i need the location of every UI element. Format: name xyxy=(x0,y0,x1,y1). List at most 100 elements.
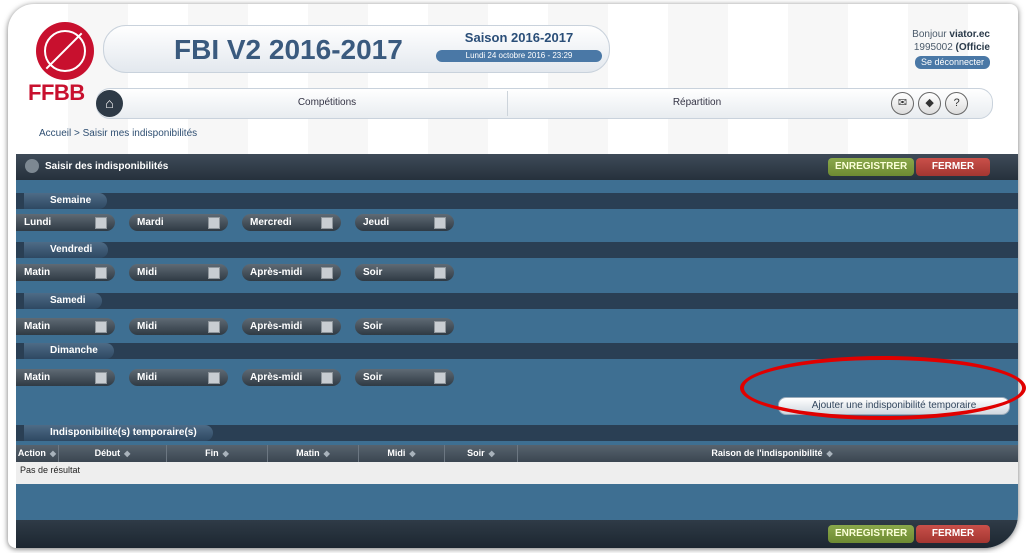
section-label: Semaine xyxy=(24,193,108,209)
sort-icon[interactable]: ◆ xyxy=(409,449,415,458)
user-info: Bonjour viator.ec 1995002 (Officie Se dé… xyxy=(912,28,990,69)
table-header: Action ◆ Début ◆ Fin ◆ Matin ◆ Midi ◆ Soir ◆ R… xyxy=(16,445,1018,462)
user-role: (Officie xyxy=(955,42,990,53)
checkbox[interactable] xyxy=(95,321,107,333)
checkbox[interactable] xyxy=(95,217,107,229)
basketball-icon xyxy=(36,22,94,80)
option-label: Matin xyxy=(24,321,51,332)
checkbox[interactable] xyxy=(434,321,446,333)
footer-save-button[interactable]: ENREGISTRER xyxy=(828,525,915,543)
option-label: Après-midi xyxy=(250,267,303,278)
current-date: Lundi 24 octobre 2016 - 23:29 xyxy=(436,50,602,62)
season-label: Saison 2016-2017 xyxy=(464,30,574,45)
checkbox[interactable] xyxy=(95,267,107,279)
logout-button[interactable]: Se déconnecter xyxy=(914,56,990,69)
column-label: Fin xyxy=(205,448,219,458)
sort-icon[interactable]: ◆ xyxy=(827,449,833,458)
section-temporary: Indisponibilité(s) temporaire(s) xyxy=(16,425,1018,441)
book-icon[interactable]: ◆ xyxy=(918,92,942,115)
checkbox[interactable] xyxy=(208,217,220,229)
option-dimanche-matin[interactable]: Matin xyxy=(16,369,115,386)
checkbox[interactable] xyxy=(208,321,220,333)
option-samedi-soir[interactable]: Soir xyxy=(355,318,454,335)
checkbox[interactable] xyxy=(321,372,333,384)
column-raison[interactable]: Raison de l'indisponibilité ◆ xyxy=(518,445,1018,462)
checkbox[interactable] xyxy=(434,372,446,384)
checkbox[interactable] xyxy=(321,217,333,229)
option-lundi[interactable]: Lundi xyxy=(16,214,115,231)
option-label: Jeudi xyxy=(363,217,390,228)
sort-icon[interactable]: ◆ xyxy=(324,449,330,458)
section-vendredi: Vendredi xyxy=(16,242,1018,258)
panel-header: Saisir des indisponibilités ENREGISTRER … xyxy=(16,154,1018,180)
checkbox[interactable] xyxy=(434,217,446,229)
option-dimanche-midi[interactable]: Midi xyxy=(129,369,228,386)
ffbb-logo[interactable]: FFBB xyxy=(26,20,106,106)
option-label: Mardi xyxy=(137,217,164,228)
option-vendredi-soir[interactable]: Soir xyxy=(355,264,454,281)
option-label: Lundi xyxy=(24,217,52,228)
greeting: Bonjour xyxy=(912,29,947,40)
option-label: Mercredi xyxy=(250,217,292,228)
option-vendredi-matin[interactable]: Matin xyxy=(16,264,115,281)
option-vendredi-apres-midi[interactable]: Après-midi xyxy=(242,264,341,281)
sort-icon[interactable]: ◆ xyxy=(50,449,56,458)
page-frame: FFBB FBI V2 2016-2017 Saison 2016-2017 L… xyxy=(8,4,1018,548)
checkbox[interactable] xyxy=(321,267,333,279)
section-label: Indisponibilité(s) temporaire(s) xyxy=(24,425,213,441)
checkbox[interactable] xyxy=(95,372,107,384)
section-label: Vendredi xyxy=(24,242,109,258)
user-name: viator.ec xyxy=(949,29,990,40)
app-title: FBI V2 2016-2017 xyxy=(174,34,403,65)
section-label: Dimanche xyxy=(24,343,114,359)
option-label: Soir xyxy=(363,321,383,332)
home-icon[interactable]: ⌂ xyxy=(96,90,123,117)
section-semaine: Semaine xyxy=(16,193,1018,209)
breadcrumb[interactable]: Accueil > Saisir mes indisponibilités xyxy=(39,128,197,139)
save-button[interactable]: ENREGISTRER xyxy=(828,158,915,176)
title-bar: FBI V2 2016-2017 Saison 2016-2017 Lundi … xyxy=(103,25,610,73)
panel-icon xyxy=(25,159,39,173)
sort-icon[interactable]: ◆ xyxy=(124,449,130,458)
column-midi[interactable]: Midi ◆ xyxy=(359,445,445,462)
footer-close-button[interactable]: FERMER xyxy=(916,525,990,543)
option-mardi[interactable]: Mardi xyxy=(129,214,228,231)
mail-icon[interactable]: ✉ xyxy=(891,92,914,115)
column-matin[interactable]: Matin ◆ xyxy=(268,445,359,462)
option-label: Soir xyxy=(363,267,383,278)
unavailability-panel: Saisir des indisponibilités ENREGISTRER … xyxy=(16,154,1018,548)
column-label: Midi xyxy=(387,448,406,458)
option-label: Soir xyxy=(363,372,383,383)
nav-item-repartition[interactable]: Répartition xyxy=(517,97,877,108)
option-label: Après-midi xyxy=(250,372,303,383)
option-dimanche-apres-midi[interactable]: Après-midi xyxy=(242,369,341,386)
nav-icon-group: ✉ ◆ ? xyxy=(891,89,995,118)
option-label: Après-midi xyxy=(250,321,303,332)
column-soir[interactable]: Soir ◆ xyxy=(445,445,518,462)
checkbox[interactable] xyxy=(321,321,333,333)
nav-item-competitions[interactable]: Compétitions xyxy=(157,97,497,108)
close-button[interactable]: FERMER xyxy=(916,158,990,176)
panel-title: Saisir des indisponibilités xyxy=(45,161,169,172)
option-mercredi[interactable]: Mercredi xyxy=(242,214,341,231)
column-label: Raison de l'indisponibilité xyxy=(711,448,823,458)
option-jeudi[interactable]: Jeudi xyxy=(355,214,454,231)
column-label: Début xyxy=(94,448,121,458)
highlight-ellipse xyxy=(740,356,1026,420)
help-icon[interactable]: ? xyxy=(945,92,969,115)
checkbox[interactable] xyxy=(434,267,446,279)
option-samedi-apres-midi[interactable]: Après-midi xyxy=(242,318,341,335)
sort-icon[interactable]: ◆ xyxy=(223,449,229,458)
column-debut[interactable]: Début ◆ xyxy=(59,445,167,462)
option-dimanche-soir[interactable]: Soir xyxy=(355,369,454,386)
logo-text: FFBB xyxy=(28,80,85,105)
column-action[interactable]: Action ◆ xyxy=(16,445,59,462)
option-vendredi-midi[interactable]: Midi xyxy=(129,264,228,281)
checkbox[interactable] xyxy=(208,267,220,279)
sort-icon[interactable]: ◆ xyxy=(489,449,495,458)
checkbox[interactable] xyxy=(208,372,220,384)
option-samedi-midi[interactable]: Midi xyxy=(129,318,228,335)
option-samedi-matin[interactable]: Matin xyxy=(16,318,115,335)
column-fin[interactable]: Fin ◆ xyxy=(167,445,268,462)
option-label: Matin xyxy=(24,267,51,278)
